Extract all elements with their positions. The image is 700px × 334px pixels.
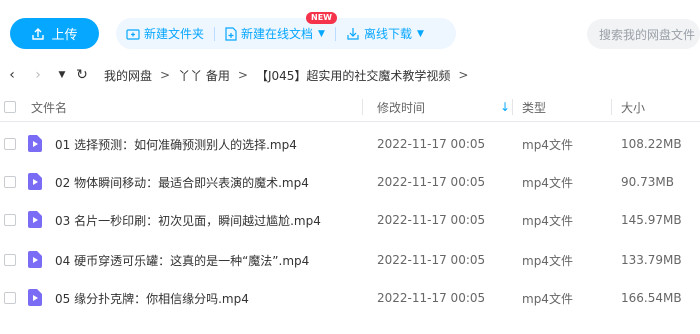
file-name[interactable]: 01 选择预测：如何准确预测别人的选择.mp4 xyxy=(55,125,297,163)
file-type: mp4文件 xyxy=(522,137,573,152)
column-header-name[interactable]: 文件名 xyxy=(31,93,67,121)
action-bar: 新建文件夹 新建在线文档 ▼ 离线下载 ▼ xyxy=(116,18,456,49)
video-file-icon xyxy=(28,135,42,152)
offline-download-label: 离线下载 xyxy=(363,27,412,41)
video-file-icon xyxy=(28,289,42,306)
file-name[interactable]: 02 物体瞬间移动：最适合即兴表演的魔术.mp4 xyxy=(55,163,309,201)
breadcrumb-item[interactable]: 我的网盘 xyxy=(104,67,152,84)
column-header-type[interactable]: 类型 xyxy=(522,93,546,121)
file-size: 133.79MB xyxy=(621,253,682,267)
file-row[interactable]: 03 名片一秒印刷：初次见面，瞬间越过尴尬.mp4 2022-11-17 00:… xyxy=(0,201,700,239)
file-name[interactable]: 03 名片一秒印刷：初次见面，瞬间越过尴尬.mp4 xyxy=(55,201,321,239)
row-checkbox[interactable] xyxy=(4,138,16,150)
video-file-icon xyxy=(28,251,42,268)
folder-plus-icon xyxy=(126,28,140,40)
file-size: 166.54MB xyxy=(621,291,682,305)
new-badge: NEW xyxy=(306,12,337,24)
new-online-doc-label: 新建在线文档 xyxy=(241,27,314,41)
column-header-size[interactable]: 大小 xyxy=(621,93,645,121)
breadcrumb-separator: > xyxy=(458,68,469,82)
file-modified: 2022-11-17 00:05 xyxy=(377,213,486,227)
file-modified: 2022-11-17 00:05 xyxy=(377,291,486,305)
offline-download-button[interactable]: 离线下载 ▼ xyxy=(336,18,434,49)
caret-down-icon: ▼ xyxy=(416,28,424,39)
history-dropdown-icon[interactable]: ▼ xyxy=(52,70,72,80)
file-modified: 2022-11-17 00:05 xyxy=(377,137,486,151)
file-row[interactable]: 04 硬币穿透可乐罐：这真的是一种“魔法”.mp4 2022-11-17 00:… xyxy=(0,241,700,279)
file-modified: 2022-11-17 00:05 xyxy=(377,253,486,267)
file-list-header: 文件名 修改时间 ↓ 类型 大小 xyxy=(0,93,700,122)
file-size: 108.22MB xyxy=(621,137,682,151)
file-type: mp4文件 xyxy=(522,291,573,306)
row-checkbox[interactable] xyxy=(4,176,16,188)
video-file-icon xyxy=(28,173,42,190)
breadcrumb-separator: > xyxy=(237,68,248,82)
file-type: mp4文件 xyxy=(522,253,573,268)
toolbar: 上传 新建文件夹 新建在线文档 ▼ 离线下载 ▼ NEW 搜索我的网盘文件 xyxy=(0,0,700,62)
column-header-modified[interactable]: 修改时间 xyxy=(377,93,425,121)
column-divider xyxy=(611,99,612,115)
row-checkbox[interactable] xyxy=(4,214,16,226)
download-icon xyxy=(346,27,360,41)
document-plus-icon xyxy=(225,26,237,41)
file-name[interactable]: 05 缘分扑克牌：你相信缘分吗.mp4 xyxy=(55,279,249,317)
column-divider xyxy=(512,99,513,115)
file-name[interactable]: 04 硬币穿透可乐罐：这真的是一种“魔法”.mp4 xyxy=(55,241,309,279)
row-checkbox[interactable] xyxy=(4,292,16,304)
refresh-icon[interactable]: ↻ xyxy=(72,67,92,83)
file-row[interactable]: 05 缘分扑克牌：你相信缘分吗.mp4 2022-11-17 00:05 mp4… xyxy=(0,279,700,317)
row-checkbox[interactable] xyxy=(4,254,16,266)
new-folder-button[interactable]: 新建文件夹 xyxy=(116,18,214,49)
new-folder-label: 新建文件夹 xyxy=(144,27,205,41)
file-type: mp4文件 xyxy=(522,175,573,190)
file-size: 145.97MB xyxy=(621,213,682,227)
file-size: 90.73MB xyxy=(621,175,674,189)
file-type: mp4文件 xyxy=(522,213,573,228)
select-all-checkbox[interactable] xyxy=(4,101,16,113)
sort-descending-icon[interactable]: ↓ xyxy=(500,100,510,114)
upload-icon xyxy=(31,27,45,41)
breadcrumb-item[interactable]: 丫丫 备用 xyxy=(178,67,230,84)
upload-label: 上传 xyxy=(51,28,78,43)
file-row[interactable]: 02 物体瞬间移动：最适合即兴表演的魔术.mp4 2022-11-17 00:0… xyxy=(0,163,700,201)
caret-down-icon: ▼ xyxy=(318,28,325,39)
file-row[interactable]: 01 选择预测：如何准确预测别人的选择.mp4 2022-11-17 00:05… xyxy=(0,125,700,163)
forward-arrow-icon[interactable]: › xyxy=(28,67,48,83)
column-divider xyxy=(362,99,363,115)
file-modified: 2022-11-17 00:05 xyxy=(377,175,486,189)
upload-button[interactable]: 上传 xyxy=(10,18,99,49)
search-input[interactable]: 搜索我的网盘文件 xyxy=(587,19,700,49)
video-file-icon xyxy=(28,211,42,228)
back-arrow-icon[interactable]: ‹ xyxy=(2,67,22,83)
navigation-bar: ‹ › ▼ ↻ 我的网盘 > 丫丫 备用 > 【J045】超实用的社交魔术教学视… xyxy=(0,62,700,88)
breadcrumb-separator: > xyxy=(160,68,171,82)
breadcrumb-item: 【J045】超实用的社交魔术教学视频 xyxy=(255,68,451,83)
